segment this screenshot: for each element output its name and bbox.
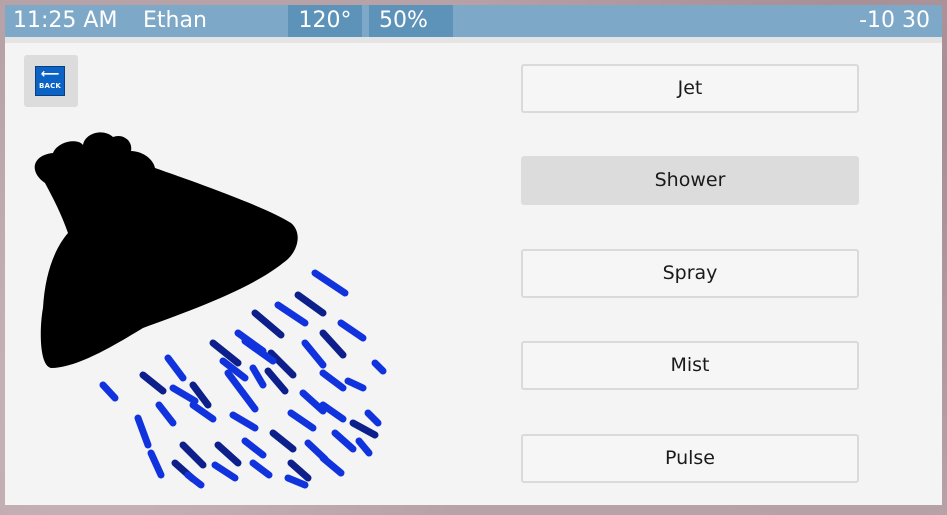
temperature-readout[interactable]: 120° xyxy=(288,5,362,37)
water-drop-stroke xyxy=(99,381,119,402)
water-drop-stroke xyxy=(355,437,373,457)
water-drop-stroke xyxy=(169,384,199,405)
mode-button-spray[interactable]: Spray xyxy=(521,249,859,298)
water-drop-stroke xyxy=(294,291,327,317)
water-drop-stroke xyxy=(299,389,327,415)
mode-button-shower[interactable]: Shower xyxy=(521,156,859,205)
mode-button-pulse[interactable]: Pulse xyxy=(521,434,859,483)
water-drop-stroke xyxy=(364,409,382,427)
water-drop-stroke xyxy=(229,411,259,432)
status-divider xyxy=(5,37,942,43)
shower-head-icon xyxy=(34,132,387,489)
water-drop-stroke xyxy=(214,441,242,467)
user-name: Ethan xyxy=(143,8,207,33)
water-drop-stroke xyxy=(337,319,367,342)
water-drop-stroke xyxy=(251,309,285,339)
shower-head-shape xyxy=(34,132,298,368)
water-drop-stroke xyxy=(249,459,273,479)
water-drop-stroke xyxy=(319,329,347,359)
water-drop-stroke xyxy=(349,419,379,439)
water-drop-stroke xyxy=(134,414,152,449)
water-drop-stroke xyxy=(287,459,312,482)
status-right-value: -10 30 xyxy=(859,8,930,33)
water-drop-stroke xyxy=(331,429,357,453)
back-button[interactable]: ⟵ BACK xyxy=(24,55,78,107)
water-drop-stroke xyxy=(164,354,187,382)
clock-time: 11:25 AM xyxy=(13,8,118,33)
water-drop-stroke xyxy=(239,389,259,413)
water-drop-stroke xyxy=(371,359,387,375)
water-drop-stroke xyxy=(139,371,167,395)
water-drop-stroke xyxy=(319,454,345,477)
back-arrow-glyph: ⟵ xyxy=(40,67,60,82)
water-drop-stroke xyxy=(147,449,165,479)
water-drop-stroke xyxy=(155,401,177,427)
water-drop-stroke xyxy=(249,364,267,389)
water-drop-stroke xyxy=(269,429,297,453)
mode-button-jet[interactable]: Jet xyxy=(521,64,859,113)
mode-button-mist[interactable]: Mist xyxy=(521,341,859,390)
water-drop-stroke xyxy=(287,409,317,432)
pressure-readout[interactable]: 50% xyxy=(369,5,453,37)
water-drop-stroke xyxy=(274,301,309,327)
back-button-label: BACK xyxy=(38,82,62,90)
water-drop-stroke xyxy=(319,369,347,392)
status-bar: 11:25 AM Ethan 120° 50% -10 30 xyxy=(5,5,942,37)
water-drop-stroke xyxy=(184,471,205,489)
water-drop-stroke xyxy=(264,367,289,395)
water-drop-stroke xyxy=(241,437,267,459)
water-drop-stroke xyxy=(301,339,327,369)
water-drop-stroke xyxy=(211,461,239,482)
shower-control-panel: 11:25 AM Ethan 120° 50% -10 30 ⟵ BACK Je… xyxy=(5,5,942,505)
water-drop-stroke xyxy=(311,269,349,297)
water-drop-stroke xyxy=(344,377,367,392)
back-arrow-icon: ⟵ BACK xyxy=(35,66,65,96)
water-drop-stroke xyxy=(179,441,207,469)
water-drop-stroke xyxy=(284,474,309,489)
